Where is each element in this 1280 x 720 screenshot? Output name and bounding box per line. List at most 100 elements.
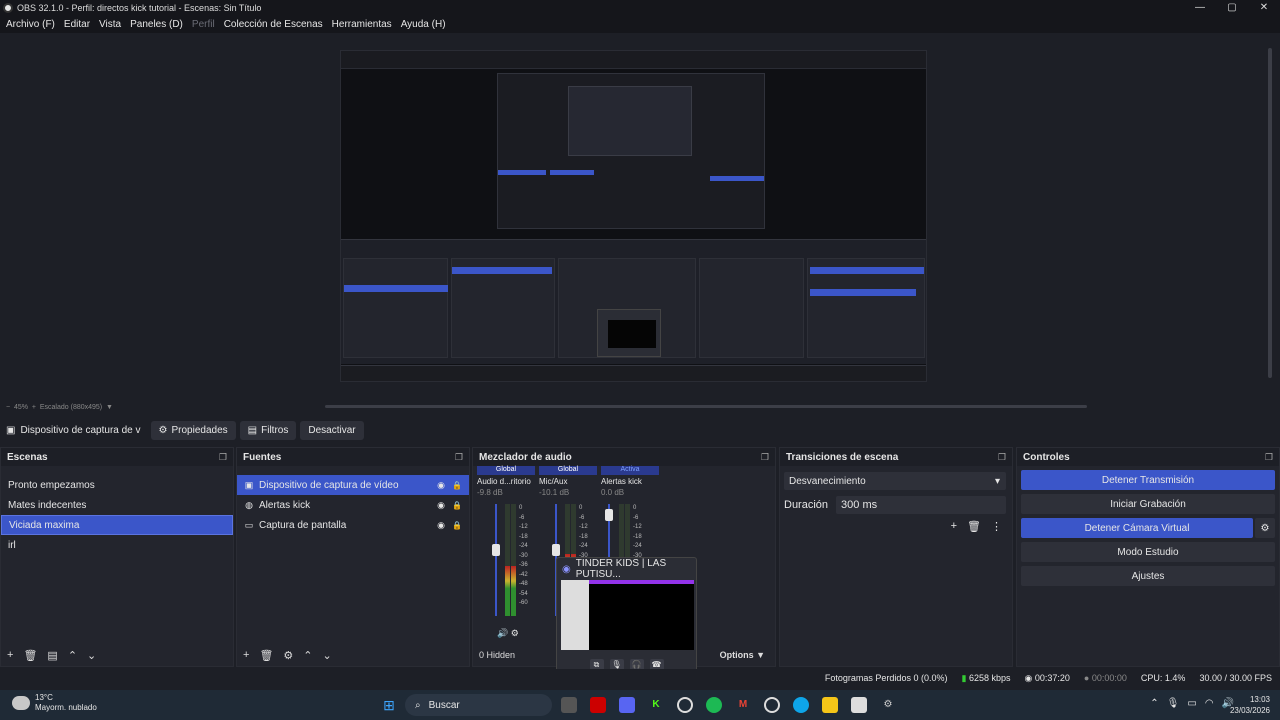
eye-icon[interactable]: ◉ <box>437 480 445 491</box>
maximize-button[interactable]: ▢ <box>1216 0 1248 15</box>
speaker-icon[interactable]: 🔊 <box>497 628 508 638</box>
start-recording-button[interactable]: Iniciar Grabación <box>1021 494 1275 514</box>
minimize-button[interactable]: — <box>1184 0 1216 15</box>
filter-icon[interactable]: ▤ <box>47 649 57 662</box>
popup-thumbnail[interactable] <box>561 580 694 650</box>
add-icon[interactable]: + <box>243 649 249 661</box>
arrow-down-icon[interactable]: ⌄ <box>323 649 332 662</box>
more-icon[interactable]: ⋮ <box>991 520 1002 533</box>
zoom-scale[interactable]: Escalado (880x495) <box>40 404 102 411</box>
menu-archivo[interactable]: Archivo (F) <box>6 19 55 30</box>
preview-area[interactable] <box>0 33 1280 413</box>
obs-icon[interactable] <box>677 697 693 713</box>
taskbar-thumbnail-popup[interactable]: ◉ TINDER KIDS | LAS PUTISU... ⧉ 🎙 🎧 ☎ <box>556 557 697 676</box>
source-name: Alertas kick <box>259 499 311 511</box>
float-icon[interactable]: ❐ <box>998 452 1006 463</box>
gear-icon[interactable]: ⚙ <box>511 628 519 638</box>
wifi-icon[interactable]: ◠ <box>1205 698 1214 709</box>
clock[interactable]: 13:03 23/03/2026 <box>1230 694 1270 716</box>
cpu-usage: CPU: 1.4% <box>1140 673 1186 683</box>
channel-name[interactable]: Audio d...ritorio <box>477 477 535 486</box>
edge-icon[interactable] <box>793 697 809 713</box>
menu-coleccion[interactable]: Colección de Escenas <box>224 19 323 30</box>
filters-button[interactable]: ▤ Filtros <box>239 421 297 440</box>
gear-icon[interactable]: ⚙ <box>283 649 293 662</box>
discord-icon[interactable] <box>619 697 635 713</box>
trash-icon[interactable]: 🗑 <box>23 649 37 662</box>
stop-virtualcam-button[interactable]: Detener Cámara Virtual <box>1021 518 1253 538</box>
menu-editar[interactable]: Editar <box>64 19 90 30</box>
weather-widget[interactable]: 13°C Mayorm. nublado <box>12 693 97 713</box>
menu-herramientas[interactable]: Herramientas <box>332 19 392 30</box>
volume-fader[interactable] <box>492 504 500 616</box>
taskbar-search[interactable]: ⌕ Buscar <box>405 694 552 716</box>
studio-mode-button[interactable]: Modo Estudio <box>1021 542 1275 562</box>
chevron-down-icon[interactable]: ▼ <box>102 404 113 411</box>
gmail-icon[interactable]: M <box>735 697 751 713</box>
task-view-icon[interactable] <box>561 697 577 713</box>
fader-knob[interactable] <box>492 544 500 556</box>
eye-icon[interactable]: ◉ <box>437 520 445 531</box>
channel-name[interactable]: Mic/Aux <box>539 477 597 486</box>
source-item[interactable]: ▭ Captura de pantalla ◉ 🔒 <box>237 515 469 535</box>
preview-vertical-scrollbar[interactable] <box>1268 48 1272 378</box>
media-app-icon[interactable] <box>590 697 606 713</box>
add-icon[interactable]: + <box>7 649 13 661</box>
duration-input[interactable]: 300 ms <box>836 496 1006 514</box>
settings-gear-icon[interactable]: ⚙ <box>880 697 896 713</box>
add-icon[interactable]: + <box>951 520 957 533</box>
float-icon[interactable]: ❐ <box>455 452 463 463</box>
properties-button[interactable]: ⚙ Propiedades <box>150 421 236 440</box>
scene-item[interactable]: Mates indecentes <box>1 495 233 515</box>
trash-icon[interactable]: 🗑 <box>259 649 273 662</box>
arrow-up-icon[interactable]: ⌃ <box>68 649 77 662</box>
store-icon[interactable] <box>851 697 867 713</box>
windows-start-icon[interactable]: ⊞ <box>381 697 397 713</box>
lock-icon[interactable]: 🔒 <box>452 501 462 510</box>
source-item[interactable]: ▣ Dispositivo de captura de vídeo ◉ 🔒 <box>237 475 469 495</box>
gear-icon[interactable]: ⚙ <box>1255 518 1275 538</box>
float-icon[interactable]: ❐ <box>761 452 769 463</box>
source-item[interactable]: ◍ Alertas kick ◉ 🔒 <box>237 495 469 515</box>
scene-item[interactable]: irl <box>1 535 233 555</box>
stop-stream-button[interactable]: Detener Transmisión <box>1021 470 1275 490</box>
preview-horizontal-scrollbar[interactable] <box>325 405 1087 408</box>
mixer-title: Mezclador de audio <box>479 451 572 463</box>
mic-icon[interactable]: 🎙 <box>1167 698 1180 709</box>
lock-icon[interactable]: 🔒 <box>452 481 462 490</box>
menu-vista[interactable]: Vista <box>99 19 121 30</box>
kick-icon[interactable]: K <box>648 697 664 713</box>
db-scale: 0-6-12-18-24-30-36-42-48-54-60 <box>519 505 528 606</box>
lock-icon[interactable]: 🔒 <box>452 521 462 530</box>
chatgpt-icon[interactable] <box>764 697 780 713</box>
zoom-in-button[interactable]: + <box>28 404 40 411</box>
file-explorer-icon[interactable] <box>822 697 838 713</box>
settings-button[interactable]: Ajustes <box>1021 566 1275 586</box>
hidden-count[interactable]: 0 Hidden <box>479 650 515 660</box>
menu-ayuda[interactable]: Ayuda (H) <box>401 19 446 30</box>
spotify-icon[interactable] <box>706 697 722 713</box>
program-preview[interactable] <box>340 50 927 382</box>
deactivate-button[interactable]: Desactivar <box>300 421 364 440</box>
transition-select[interactable]: Desvanecimiento ▾ <box>784 472 1006 490</box>
close-button[interactable]: ✕ <box>1248 0 1280 15</box>
options-button[interactable]: Options ▼ <box>720 650 765 660</box>
fader-knob[interactable] <box>605 509 613 521</box>
fader-knob[interactable] <box>552 544 560 556</box>
menu-perfil[interactable]: Perfil <box>192 19 215 30</box>
chevron-up-icon[interactable]: ⌃ <box>1150 698 1158 709</box>
trash-icon[interactable]: 🗑 <box>967 520 981 533</box>
float-icon[interactable]: ❐ <box>1265 452 1273 463</box>
arrow-down-icon[interactable]: ⌄ <box>87 649 96 662</box>
scene-item[interactable]: Pronto empezamos <box>1 475 233 495</box>
arrow-up-icon[interactable]: ⌃ <box>303 649 312 662</box>
camera-icon: ▣ <box>244 479 254 490</box>
channel-name[interactable]: Alertas kick <box>601 477 659 486</box>
eye-icon[interactable]: ◉ <box>437 500 445 511</box>
scene-item-selected[interactable]: Viciada maxima <box>1 515 233 535</box>
selected-source-name: Dispositivo de captura de v <box>20 425 141 436</box>
menu-paneles[interactable]: Paneles (D) <box>130 19 183 30</box>
zoom-out-button[interactable]: − <box>6 404 14 411</box>
float-icon[interactable]: ❐ <box>219 452 227 463</box>
display-icon[interactable]: ▭ <box>1187 698 1196 709</box>
